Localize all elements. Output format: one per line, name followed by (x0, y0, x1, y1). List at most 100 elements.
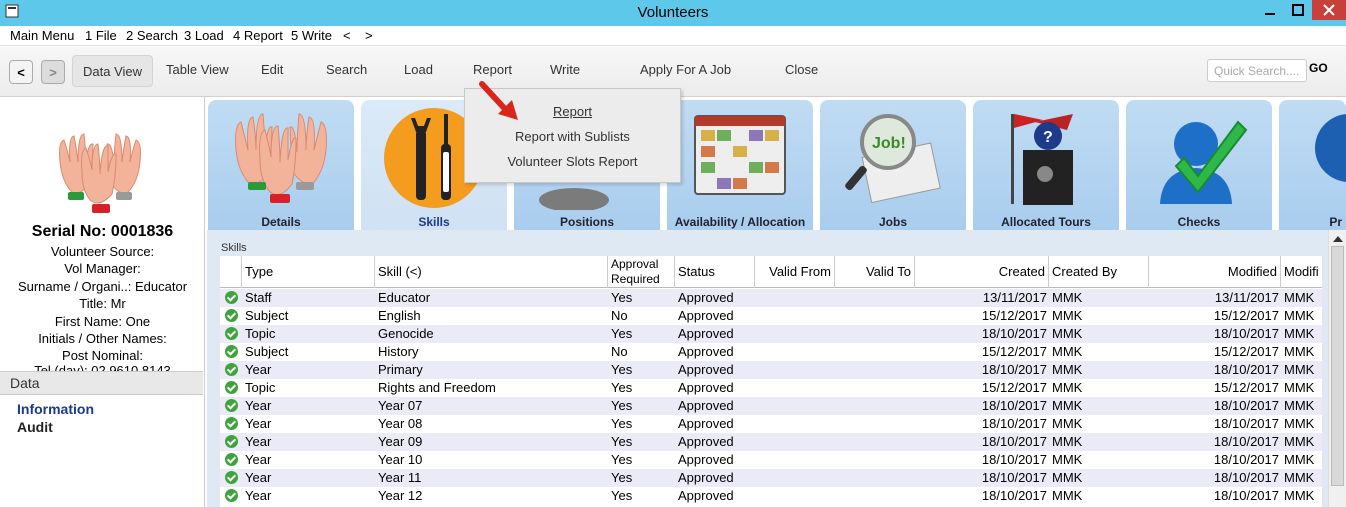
menu-prev[interactable]: < (343, 28, 351, 43)
table-row[interactable]: Topic Rights and Freedom Yes Approved 15/12/… (220, 379, 1322, 397)
tab-pr[interactable]: Pr (1279, 100, 1346, 230)
cell-skill: Year 12 (378, 488, 423, 503)
left-panel: Serial No: 0001836 Volunteer Source: Vol… (0, 97, 205, 507)
header-approval-required[interactable]: Approval Required (608, 256, 675, 288)
menu-file[interactable]: 1 File (85, 28, 117, 43)
cell-created-by: MMK (1052, 488, 1083, 503)
cell-modified-by: MMK (1284, 290, 1315, 305)
quick-search-input[interactable]: Quick Search.... (1207, 59, 1307, 82)
title-field: Title: Mr (79, 296, 126, 311)
load-button[interactable]: Load (404, 62, 433, 77)
data-view-button[interactable]: Data View (72, 55, 154, 87)
first-name-field: First Name: One (54, 314, 151, 329)
table-row[interactable]: Year Year 11 Yes Approved 18/10/2017 MMK 18/10… (220, 469, 1322, 487)
table-row[interactable]: Year Year 12 Yes Approved 18/10/2017 MMK 18/10… (220, 487, 1322, 505)
go-button[interactable]: GO (1309, 61, 1328, 75)
table-row[interactable]: Topic Genocide Yes Approved 18/10/2017 MMK 18/… (220, 325, 1322, 343)
close-window-button[interactable] (1312, 0, 1346, 20)
cell-created: 13/11/2017 (982, 290, 1047, 305)
header-status[interactable]: Status (675, 256, 755, 288)
audit-link[interactable]: Audit (17, 419, 53, 435)
menu-bar: Main Menu 1 File 2 Search 3 Load 4 Repor… (0, 26, 1346, 46)
menu-write[interactable]: 5 Write (291, 28, 332, 43)
cell-created-by: MMK (1052, 308, 1083, 323)
header-modified[interactable]: Modified (1149, 256, 1281, 288)
header-valid-to[interactable]: Valid To (835, 256, 915, 288)
volunteer-source-field: Volunteer Source: (50, 244, 155, 259)
calendar-icon (694, 115, 786, 195)
cell-approval-required: Yes (611, 470, 633, 485)
table-row[interactable]: Year Year 10 Yes Approved 18/10/2017 MMK 18/10… (220, 451, 1322, 469)
tab-availability-allocation[interactable]: Availability / Allocation (667, 100, 813, 230)
apply-for-job-button[interactable]: Apply For A Job (640, 62, 731, 77)
table-row[interactable]: Subject English No Approved 15/12/2017 MMK 15/… (220, 307, 1322, 325)
cell-modified-by: MMK (1284, 362, 1315, 377)
tab-allocated-tours-label: Allocated Tours (1001, 215, 1091, 229)
cell-modified-by: MMK (1284, 470, 1315, 485)
table-row[interactable]: Staff Educator Yes Approved 13/11/2017 MMK 13/… (220, 289, 1322, 307)
approved-check-icon (225, 471, 238, 484)
cell-approval-required: Yes (611, 416, 633, 431)
report-button[interactable]: Report (473, 62, 512, 77)
cell-modified: 18/10/2017 (1213, 326, 1279, 341)
scroll-up-icon[interactable] (1333, 236, 1343, 242)
table-row[interactable]: Year Year 08 Yes Approved 18/10/2017 MMK 18/10… (220, 415, 1322, 433)
menu-search[interactable]: 2 Search (126, 28, 178, 43)
cell-type: Year (245, 470, 272, 485)
menu-load[interactable]: 3 Load (184, 28, 224, 43)
header-created[interactable]: Created (915, 256, 1049, 288)
vertical-scrollbar[interactable] (1328, 230, 1346, 507)
header-skill[interactable]: Skill (<) (375, 256, 608, 288)
close-button[interactable]: Close (785, 62, 818, 77)
table-view-button[interactable]: Table View (166, 62, 229, 77)
menu-main[interactable]: Main Menu (10, 28, 74, 43)
edit-button[interactable]: Edit (261, 62, 283, 77)
scroll-thumb[interactable] (1331, 246, 1344, 486)
cell-skill: Year 10 (378, 452, 423, 467)
cell-type: Topic (245, 380, 276, 395)
table-row[interactable]: Year Year 07 Yes Approved 18/10/2017 MMK 18/10… (220, 397, 1322, 415)
back-button[interactable]: < (9, 60, 33, 84)
volunteer-slots-report-menu-item[interactable]: Volunteer Slots Report (465, 154, 680, 169)
search-button[interactable]: Search (326, 62, 367, 77)
tab-allocated-tours[interactable]: ? Allocated Tours (973, 100, 1119, 230)
cell-type: Year (245, 362, 272, 377)
write-button[interactable]: Write (550, 62, 580, 77)
cell-created: 15/12/2017 (981, 344, 1047, 359)
cell-skill: Genocide (378, 326, 434, 341)
maximize-button[interactable] (1284, 0, 1312, 20)
tab-positions-label: Positions (559, 215, 614, 229)
close-icon (1323, 4, 1335, 16)
tab-jobs[interactable]: Job! Jobs (820, 100, 966, 230)
cell-skill: English (378, 308, 421, 323)
forward-button[interactable]: > (41, 60, 65, 84)
cell-status: Approved (678, 380, 734, 395)
svg-text:?: ? (1043, 129, 1053, 146)
tab-details-label: Details (261, 215, 301, 229)
cell-modified-by: MMK (1284, 452, 1315, 467)
minimize-button[interactable] (1256, 0, 1284, 20)
tab-skills-label: Skills (418, 215, 450, 229)
report-with-sublists-menu-item[interactable]: Report with Sublists (465, 129, 680, 144)
header-created-by[interactable]: Created By (1049, 256, 1149, 288)
cell-created-by: MMK (1052, 380, 1083, 395)
table-row[interactable]: Year Year 09 Yes Approved 18/10/2017 MMK 18/10… (220, 433, 1322, 451)
cell-modified-by: MMK (1284, 308, 1315, 323)
tab-checks[interactable]: Checks (1126, 100, 1272, 230)
check-person-icon (1160, 120, 1248, 204)
table-row[interactable]: Year Primary Yes Approved 18/10/2017 MMK 18/10… (220, 361, 1322, 379)
information-link[interactable]: Information (17, 401, 94, 417)
header-type[interactable]: Type (242, 256, 375, 288)
cell-status: Approved (678, 344, 734, 359)
menu-next[interactable]: > (365, 28, 373, 43)
cell-created-by: MMK (1052, 344, 1083, 359)
header-valid-from[interactable]: Valid From (755, 256, 835, 288)
hands-icon (235, 113, 327, 203)
header-modified-by[interactable]: Modifi (1281, 256, 1322, 288)
cell-created: 18/10/2017 (981, 452, 1047, 467)
menu-report[interactable]: 4 Report (233, 28, 283, 43)
tab-details[interactable]: Details (208, 100, 354, 230)
cell-modified: 15/12/2017 (1213, 308, 1279, 323)
cell-skill: Year 09 (378, 434, 423, 449)
table-row[interactable]: Subject History No Approved 15/12/2017 MMK 15/… (220, 343, 1322, 361)
